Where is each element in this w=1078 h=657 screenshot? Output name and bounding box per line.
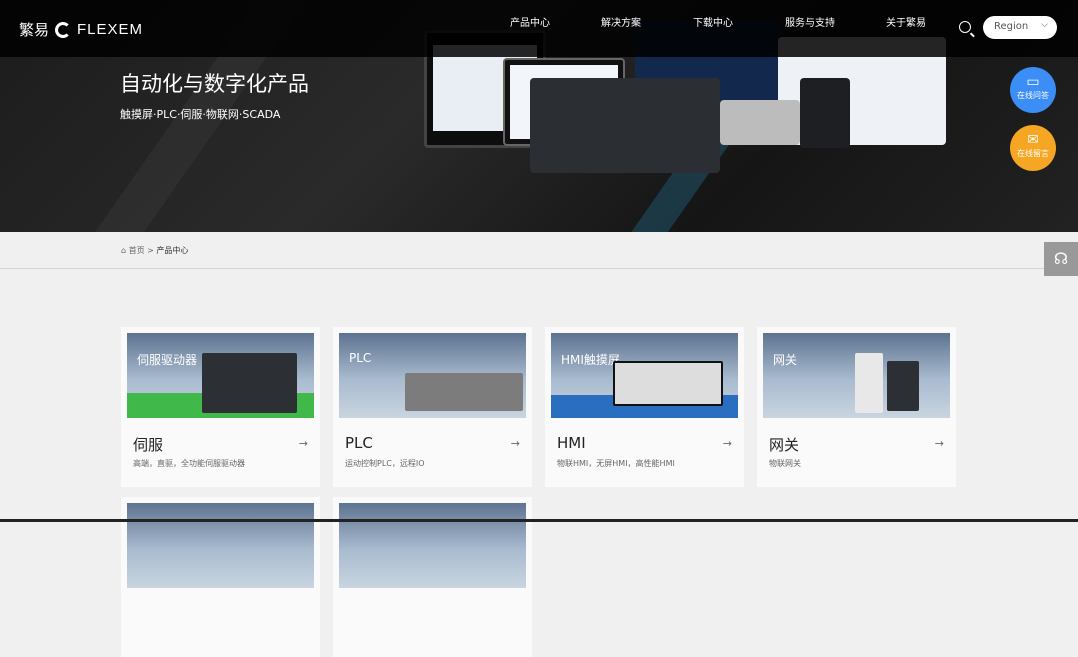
card-title: 伺服: [133, 436, 164, 454]
card-image-tag: 伺服驱动器: [137, 353, 198, 367]
logo-en: FLEXEM: [77, 21, 144, 38]
card-image: 网关: [763, 333, 950, 418]
card-image-tag: HMI触摸屏: [561, 353, 620, 367]
card-description: 运动控制PLC，远程IO: [345, 459, 425, 468]
top-header: 繁易 FLEXEM 产品中心 解决方案 下载中心 服务与支持 关于繁易 Regi…: [0, 0, 1078, 57]
arrow-right-icon: →: [722, 437, 732, 450]
card-title: HMI: [557, 434, 586, 452]
arrow-right-icon: →: [510, 437, 520, 450]
plc-image: [720, 100, 800, 145]
monitor-icon: ▭: [1026, 74, 1040, 90]
online-qa-label: 在线问答: [1017, 91, 1049, 100]
nav-solutions[interactable]: 解决方案: [601, 14, 641, 29]
breadcrumb-separator: >: [147, 246, 154, 255]
nav-support[interactable]: 服务与支持: [785, 14, 835, 29]
arrow-right-icon: →: [934, 437, 944, 450]
product-card-hmi[interactable]: HMI触摸屏 HMI → 物联HMI，无屏HMI，高性能HMI: [545, 327, 744, 487]
hero-title: 自动化与数字化产品: [120, 72, 309, 96]
card-image: [127, 503, 314, 588]
card-title: 网关: [769, 436, 800, 454]
product-card-gateway[interactable]: 网关 网关 → 物联网关: [757, 327, 956, 487]
online-qa-button[interactable]: ▭ 在线问答: [1010, 67, 1056, 113]
card-image: PLC: [339, 333, 526, 418]
gateway-image: [800, 78, 850, 148]
product-card-plc[interactable]: PLC PLC → 运动控制PLC，远程IO: [333, 327, 532, 487]
product-card-servo[interactable]: 伺服驱动器 伺服 → 高端，直驱，全功能伺服驱动器: [121, 327, 320, 487]
logo-cn: 繁易: [19, 21, 50, 39]
logo-mark-icon: [55, 21, 72, 38]
hero-subtitle: 触摸屏·PLC·伺服·物联网·SCADA: [120, 108, 281, 121]
card-image-tag: PLC: [349, 351, 372, 365]
servo-drives-image: [530, 78, 720, 173]
logo[interactable]: 繁易 FLEXEM: [19, 19, 143, 40]
breadcrumb: ⌂ 首页 > 产品中心: [121, 245, 188, 256]
online-message-label: 在线留言: [1017, 149, 1049, 158]
card-image: HMI触摸屏: [551, 333, 738, 418]
card-image-tag: 网关: [773, 353, 798, 367]
online-message-button[interactable]: ✉ 在线留言: [1010, 125, 1056, 171]
breadcrumb-bar: ⌂ 首页 > 产品中心: [0, 232, 1078, 269]
nav-about[interactable]: 关于繁易: [886, 14, 926, 29]
envelope-icon: ✉: [1027, 132, 1039, 148]
card-image: [339, 503, 526, 588]
card-description: 高端，直驱，全功能伺服驱动器: [133, 459, 245, 468]
customer-service-icon[interactable]: ☊: [1044, 242, 1078, 276]
card-image: 伺服驱动器: [127, 333, 314, 418]
card-title: PLC: [345, 434, 373, 452]
arrow-right-icon: →: [298, 437, 308, 450]
region-select[interactable]: Region ⌵: [983, 16, 1057, 39]
card-description: 物联HMI，无屏HMI，高性能HMI: [557, 459, 675, 468]
region-label: Region: [994, 21, 1029, 32]
breadcrumb-current: 产品中心: [156, 246, 189, 255]
home-icon: ⌂: [121, 246, 127, 255]
chevron-down-icon: ⌵: [1041, 20, 1048, 30]
card-description: 物联网关: [769, 459, 801, 468]
nav-downloads[interactable]: 下载中心: [693, 14, 733, 29]
breadcrumb-home[interactable]: 首页: [129, 246, 145, 255]
nav-products[interactable]: 产品中心: [510, 14, 550, 29]
search-icon[interactable]: [959, 21, 971, 33]
